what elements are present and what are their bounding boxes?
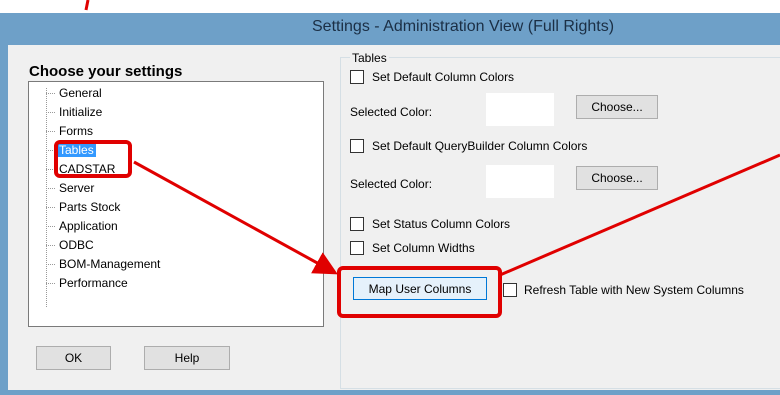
- choose-querybuilder-color-button[interactable]: Choose...: [576, 166, 658, 190]
- help-button[interactable]: Help: [144, 346, 230, 370]
- settings-tree[interactable]: General Initialize Forms Tables CADSTAR …: [28, 81, 324, 327]
- top-annotation-stub: [84, 0, 90, 11]
- status-column-colors-row[interactable]: Set Status Column Colors: [350, 216, 510, 232]
- tree-item-label: BOM-Management: [59, 257, 161, 271]
- default-column-colors-row[interactable]: Set Default Column Colors: [350, 69, 514, 85]
- tree-item-general[interactable]: General: [29, 84, 104, 102]
- map-user-columns-highlight-box: [337, 266, 502, 318]
- tree-connector: [46, 244, 55, 247]
- tree-item-server[interactable]: Server: [29, 179, 96, 197]
- tree-item-label: Server: [59, 181, 95, 195]
- tree-connector: [46, 206, 55, 209]
- column-widths-row[interactable]: Set Column Widths: [350, 240, 475, 256]
- tables-highlight-box: [54, 140, 132, 178]
- tree-item-bom-management[interactable]: BOM-Management: [29, 255, 162, 273]
- default-column-colors-label: Set Default Column Colors: [372, 70, 515, 84]
- window-title: Settings - Administration View (Full Rig…: [312, 18, 615, 35]
- tree-connector: [46, 187, 55, 190]
- status-column-colors-label: Set Status Column Colors: [372, 217, 511, 231]
- settings-navigation-panel: Choose your settings General Initialize …: [20, 45, 324, 376]
- tree-connector: [46, 282, 55, 285]
- tree-connector: [46, 130, 55, 133]
- tables-groupbox-title: Tables: [350, 51, 389, 65]
- column-widths-label: Set Column Widths: [372, 241, 475, 255]
- querybuilder-color-swatch: [486, 165, 554, 198]
- tree-item-label: Application: [59, 219, 118, 233]
- selected-color-label-2: Selected Color:: [350, 177, 433, 191]
- default-column-colors-checkbox[interactable]: [350, 69, 364, 84]
- default-color-swatch: [486, 93, 554, 126]
- tree-item-label: Forms: [59, 124, 93, 138]
- window-client-area: Choose your settings General Initialize …: [8, 45, 780, 390]
- tree-item-label: ODBC: [59, 238, 94, 252]
- tree-item-label: Parts Stock: [59, 200, 121, 214]
- choose-default-color-button[interactable]: Choose...: [576, 95, 658, 119]
- tree-item-application[interactable]: Application: [29, 217, 120, 235]
- tree-connector: [46, 263, 55, 266]
- tables-settings-panel: Tables Set Default Column Colors Selecte…: [340, 45, 780, 389]
- tree-item-forms[interactable]: Forms: [29, 122, 95, 140]
- tree-connector: [46, 92, 55, 95]
- tree-item-label: Initialize: [59, 105, 103, 119]
- column-widths-checkbox[interactable]: [350, 240, 364, 255]
- refresh-table-label: Refresh Table with New System Columns: [524, 283, 744, 297]
- title-bar[interactable]: Settings - Administration View (Full Rig…: [0, 13, 780, 45]
- tree-connector: [46, 225, 55, 228]
- tree-item-performance[interactable]: Performance: [29, 274, 130, 292]
- tree-item-parts-stock[interactable]: Parts Stock: [29, 198, 122, 216]
- tree-connector: [46, 111, 55, 114]
- tree-item-label: General: [59, 86, 102, 100]
- querybuilder-colors-checkbox[interactable]: [350, 138, 364, 153]
- tree-item-label: Performance: [59, 276, 128, 290]
- querybuilder-colors-row[interactable]: Set Default QueryBuilder Column Colors: [350, 138, 587, 154]
- ok-button[interactable]: OK: [36, 346, 111, 370]
- tree-item-initialize[interactable]: Initialize: [29, 103, 104, 121]
- choose-settings-heading: Choose your settings: [29, 63, 183, 80]
- tree-item-odbc[interactable]: ODBC: [29, 236, 96, 254]
- refresh-table-checkbox[interactable]: [503, 282, 517, 297]
- selected-color-label-1: Selected Color:: [350, 105, 433, 119]
- querybuilder-colors-label: Set Default QueryBuilder Column Colors: [372, 139, 588, 153]
- settings-window: Settings - Administration View (Full Rig…: [0, 13, 780, 395]
- refresh-table-row[interactable]: Refresh Table with New System Columns: [503, 282, 744, 298]
- status-column-colors-checkbox[interactable]: [350, 216, 364, 231]
